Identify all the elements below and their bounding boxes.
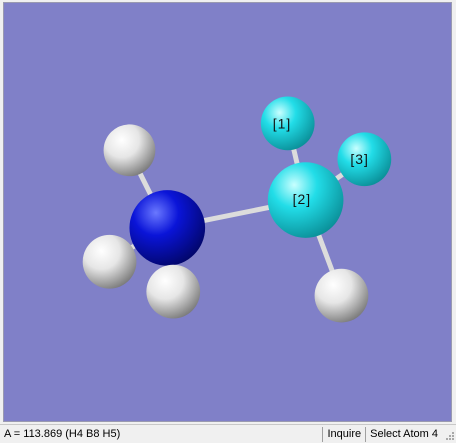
molecule-viewer-window: [1] [2] [3] A = 113.869 (H4 B8 H5) Inqui…: [0, 0, 456, 443]
status-mode: Inquire: [322, 426, 365, 442]
status-bar: A = 113.869 (H4 B8 H5) Inquire Select At…: [0, 424, 456, 443]
atom-label-2: [2]: [293, 191, 311, 207]
atom-h-left[interactable]: [82, 234, 137, 289]
atom-h-top-left[interactable]: [103, 124, 156, 177]
atom-h-bottom-right[interactable]: [314, 268, 369, 323]
atom-label-3: [3]: [350, 151, 368, 167]
status-hint: Select Atom 4: [365, 426, 442, 442]
atom-nitrogen[interactable]: [129, 190, 206, 266]
status-message: A = 113.869 (H4 B8 H5): [4, 428, 121, 440]
molecule-canvas[interactable]: [1] [2] [3]: [4, 3, 451, 421]
atom-label-1: [1]: [273, 115, 291, 131]
atom-h-bottom[interactable]: [146, 264, 201, 319]
molecule-viewport[interactable]: [1] [2] [3]: [3, 2, 452, 422]
resize-grip-icon[interactable]: [442, 427, 456, 442]
